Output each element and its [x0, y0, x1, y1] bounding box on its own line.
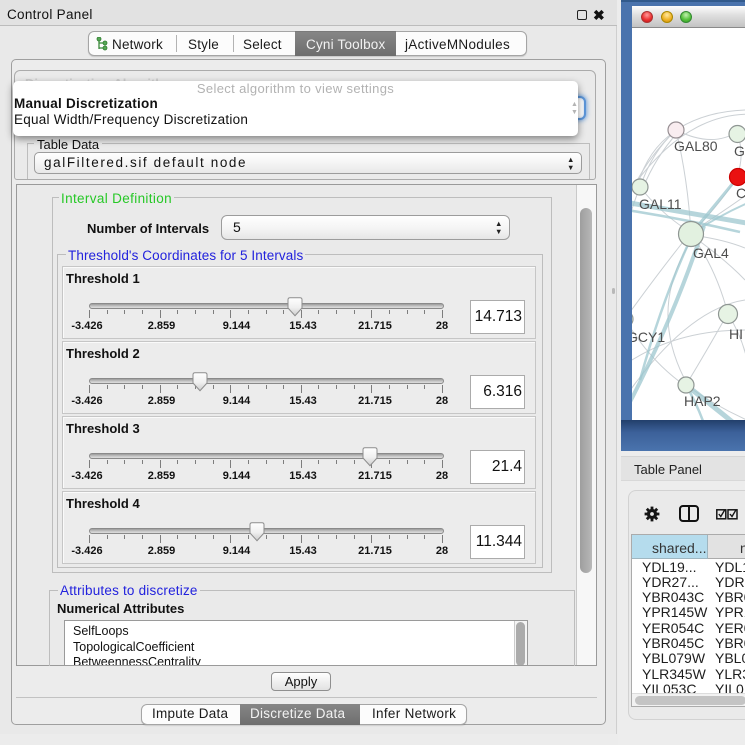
svg-text:GAL4: GAL4	[693, 245, 729, 261]
svg-text:GAL11: GAL11	[639, 196, 682, 212]
svg-text:GAL80: GAL80	[674, 138, 718, 154]
svg-text:GA: GA	[734, 143, 745, 159]
svg-text:HAP2: HAP2	[684, 393, 721, 409]
svg-text:HI: HI	[729, 326, 743, 342]
svg-text:C: C	[736, 185, 745, 201]
svg-text:GCY1: GCY1	[632, 329, 665, 345]
